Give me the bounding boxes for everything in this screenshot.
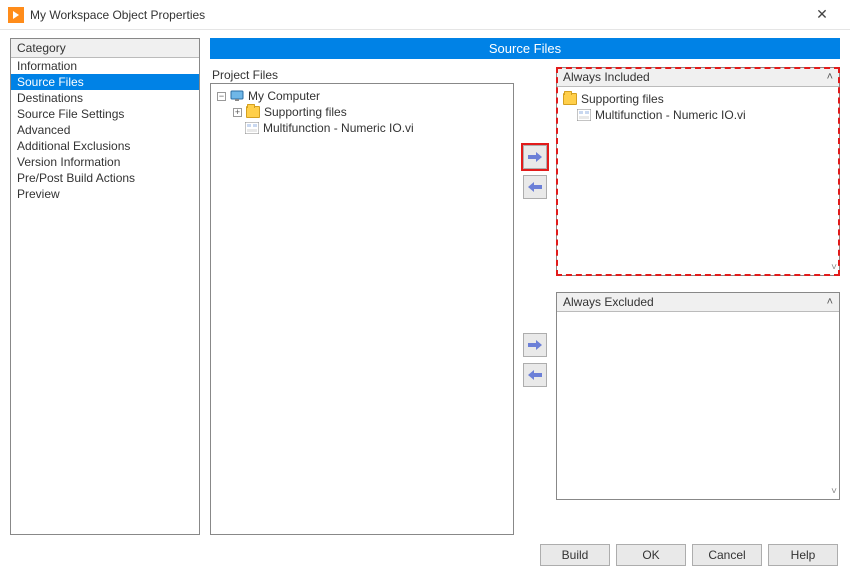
category-item-advanced[interactable]: Advanced [11, 122, 199, 138]
chevron-down-icon[interactable]: ˅ [831, 486, 837, 497]
category-item-pre-post-build-actions[interactable]: Pre/Post Build Actions [11, 170, 199, 186]
help-button[interactable]: Help [768, 544, 838, 566]
expand-icon[interactable]: + [233, 108, 242, 117]
included-vi-label: Multifunction - Numeric IO.vi [595, 108, 746, 122]
always-included-header: Always Included ˄ [557, 68, 839, 87]
dialog-footer: Build OK Cancel Help [0, 535, 850, 575]
category-item-additional-exclusions[interactable]: Additional Exclusions [11, 138, 199, 154]
vi-icon [245, 122, 259, 134]
window-title: My Workspace Object Properties [30, 8, 802, 22]
chevron-down-icon[interactable]: ˅ [831, 262, 837, 273]
tree-root[interactable]: − My Computer [217, 88, 507, 104]
collapse-icon[interactable]: − [217, 92, 226, 101]
chevron-up-icon[interactable]: ˄ [827, 71, 833, 83]
folder-icon [563, 93, 577, 105]
project-files-tree[interactable]: − My Computer + Supporting files [210, 83, 514, 535]
category-header: Category [11, 39, 199, 58]
cancel-button[interactable]: Cancel [692, 544, 762, 566]
category-item-version-information[interactable]: Version Information [11, 154, 199, 170]
always-included-box[interactable]: Always Included ˄ Supporting files [556, 67, 840, 276]
always-excluded-header: Always Excluded ˄ [557, 293, 839, 312]
tree-root-label: My Computer [248, 89, 320, 103]
category-list: Information Source Files Destinations So… [11, 58, 199, 202]
tree-vi[interactable]: Multifunction - Numeric IO.vi [217, 120, 507, 136]
chevron-up-icon[interactable]: ˄ [827, 296, 833, 308]
category-item-source-files[interactable]: Source Files [11, 74, 199, 90]
remove-from-excluded-button[interactable] [523, 363, 547, 387]
page-title: Source Files [210, 38, 840, 59]
included-folder-label: Supporting files [581, 92, 664, 106]
category-item-preview[interactable]: Preview [11, 186, 199, 202]
remove-from-included-button[interactable] [523, 175, 547, 199]
category-panel: Category Information Source Files Destin… [10, 38, 200, 535]
project-files-label: Project Files [210, 67, 514, 83]
category-item-destinations[interactable]: Destinations [11, 90, 199, 106]
titlebar: My Workspace Object Properties ✕ [0, 0, 850, 30]
build-button[interactable]: Build [540, 544, 610, 566]
always-excluded-label: Always Excluded [563, 295, 654, 309]
always-excluded-box[interactable]: Always Excluded ˄ ˅ [556, 292, 840, 500]
included-vi[interactable]: Multifunction - Numeric IO.vi [563, 107, 833, 123]
add-to-included-button[interactable] [523, 145, 547, 169]
category-item-information[interactable]: Information [11, 58, 199, 74]
tree-folder-label: Supporting files [264, 105, 347, 119]
close-icon[interactable]: ✕ [802, 6, 842, 23]
vi-icon [577, 109, 591, 121]
add-to-excluded-button[interactable] [523, 333, 547, 357]
tree-vi-label: Multifunction - Numeric IO.vi [263, 121, 414, 135]
ok-button[interactable]: OK [616, 544, 686, 566]
computer-icon [230, 90, 244, 102]
always-included-label: Always Included [563, 70, 650, 84]
included-folder[interactable]: Supporting files [563, 91, 833, 107]
app-icon [8, 7, 24, 23]
category-item-source-file-settings[interactable]: Source File Settings [11, 106, 199, 122]
tree-folder[interactable]: + Supporting files [217, 104, 507, 120]
folder-icon [246, 106, 260, 118]
